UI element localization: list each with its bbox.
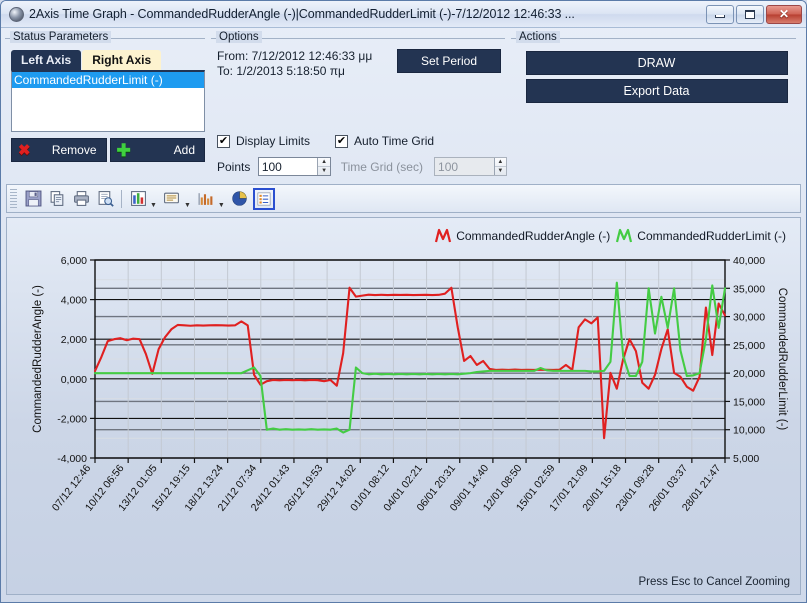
actions-title: Actions <box>516 31 560 43</box>
svg-text:6,000: 6,000 <box>61 255 87 267</box>
options-title: Options <box>216 31 262 43</box>
copy-icon[interactable] <box>46 188 68 210</box>
status-parameters-panel: Status Parameters Left Axis Right Axis C… <box>5 31 211 178</box>
chart-area[interactable]: CommandedRudderAngle (-) CommandedRudder… <box>6 217 801 595</box>
chart-toolbar: ▼ ▼ ▼ <box>6 184 801 213</box>
tab-left-axis[interactable]: Left Axis <box>11 50 82 70</box>
svg-text:15,000: 15,000 <box>733 396 765 408</box>
time-grid-spin-buttons: ▲ ▼ <box>493 158 506 175</box>
points-stepper[interactable]: ▲ ▼ <box>257 157 331 176</box>
chevron-down-icon[interactable]: ▼ <box>218 202 225 209</box>
minimize-icon <box>715 15 725 18</box>
chevron-down-icon[interactable]: ▼ <box>184 202 191 209</box>
series-icon[interactable] <box>195 188 217 210</box>
display-limits-checkbox[interactable]: ✔ Display Limits <box>217 134 335 148</box>
checkbox-box: ✔ <box>335 134 348 148</box>
spin-down-icon[interactable]: ▼ <box>318 167 329 175</box>
points-spin-buttons[interactable]: ▲ ▼ <box>317 158 330 175</box>
maximize-icon <box>745 9 755 19</box>
print-preview-icon[interactable] <box>94 188 116 210</box>
toolbar-grip[interactable] <box>10 188 17 209</box>
parameter-buttons: ✖ Remove ✚ Add <box>11 138 205 162</box>
axis-tabs: Left Axis Right Axis <box>11 48 211 70</box>
auto-time-grid-label: Auto Time Grid <box>354 134 435 148</box>
spin-up-icon[interactable]: ▲ <box>318 158 330 167</box>
svg-text:5,000: 5,000 <box>733 453 759 465</box>
tab-right-axis[interactable]: Right Axis <box>82 50 162 70</box>
time-grid-label: Time Grid (sec) <box>340 159 423 174</box>
close-button[interactable]: ✕ <box>766 4 802 24</box>
maximize-button[interactable] <box>736 4 764 24</box>
remove-button[interactable]: ✖ Remove <box>11 138 107 162</box>
toolbar-separator <box>121 189 122 208</box>
export-data-button[interactable]: Export Data <box>525 79 788 103</box>
spin-down-icon: ▼ <box>497 168 504 174</box>
points-label: Points <box>217 159 251 174</box>
status-parameters-title: Status Parameters <box>10 31 112 43</box>
window-controls: ✕ <box>706 4 802 24</box>
auto-time-grid-checkbox[interactable]: ✔ Auto Time Grid <box>335 134 434 148</box>
display-limits-label: Display Limits <box>236 134 311 148</box>
pie-chart-icon[interactable] <box>229 188 251 210</box>
options-inputs: Points ▲ ▼ Time Grid (sec) ▲ ▼ <box>217 157 507 176</box>
top-panels: Status Parameters Left Axis Right Axis C… <box>1 28 806 178</box>
add-label: Add <box>173 143 195 157</box>
svg-text:CommandedRudderAngle (-): CommandedRudderAngle (-) <box>32 285 44 433</box>
time-grid-stepper: ▲ ▼ <box>434 157 507 176</box>
svg-text:0,000: 0,000 <box>61 374 87 386</box>
svg-text:35,000: 35,000 <box>733 283 765 295</box>
svg-text:30,000: 30,000 <box>733 312 765 324</box>
options-panel: Options From: 7/12/2012 12:46:33 μμ To: … <box>211 31 511 178</box>
window-title: 2Axis Time Graph - CommandedRudderAngle … <box>29 7 575 21</box>
svg-text:2,000: 2,000 <box>61 334 87 346</box>
spin-up-icon: ▲ <box>494 158 506 167</box>
svg-text:25,000: 25,000 <box>733 340 765 352</box>
set-period-button[interactable]: Set Period <box>397 49 501 73</box>
list-item[interactable]: CommandedRudderLimit (-) <box>12 72 204 88</box>
save-icon[interactable] <box>22 188 44 210</box>
app-icon <box>9 6 24 22</box>
zoom-hint: Press Esc to Cancel Zooming <box>638 576 790 588</box>
checkbox-box: ✔ <box>217 134 230 148</box>
parameter-list[interactable]: CommandedRudderLimit (-) <box>11 70 205 132</box>
time-grid-input <box>435 158 494 175</box>
remove-label: Remove <box>51 143 97 157</box>
legend-icon[interactable] <box>252 187 275 210</box>
chevron-down-icon[interactable]: ▼ <box>150 202 157 209</box>
svg-text:40,000: 40,000 <box>733 255 765 267</box>
draw-button[interactable]: DRAW <box>525 51 788 75</box>
plus-icon: ✚ <box>116 140 131 160</box>
svg-text:4,000: 4,000 <box>61 295 87 307</box>
svg-text:CommandedRudderLimit (-): CommandedRudderLimit (-) <box>776 288 788 431</box>
points-input[interactable] <box>258 158 318 175</box>
options-checkboxes: ✔ Display Limits ✔ Auto Time Grid <box>217 134 507 148</box>
chart-plot[interactable]: 5,000 10,000 15,000 20,000 25,000 30,000 35,00… <box>7 218 802 594</box>
title-bar: 2Axis Time Graph - CommandedRudderAngle … <box>1 1 806 28</box>
close-icon: ✕ <box>778 7 790 21</box>
svg-text:10,000: 10,000 <box>733 425 765 437</box>
svg-text:-2,000: -2,000 <box>57 413 87 425</box>
svg-text:20,000: 20,000 <box>733 368 765 380</box>
actions-panel: Actions DRAW Export Data <box>511 31 802 178</box>
print-icon[interactable] <box>70 188 92 210</box>
add-button[interactable]: ✚ Add <box>109 138 205 162</box>
cross-icon: ✖ <box>18 141 31 159</box>
application-window: 2Axis Time Graph - CommandedRudderAngle … <box>0 0 807 603</box>
chart-type-icon[interactable] <box>127 188 149 210</box>
page-setup-icon[interactable] <box>161 188 183 210</box>
minimize-button[interactable] <box>706 4 734 24</box>
